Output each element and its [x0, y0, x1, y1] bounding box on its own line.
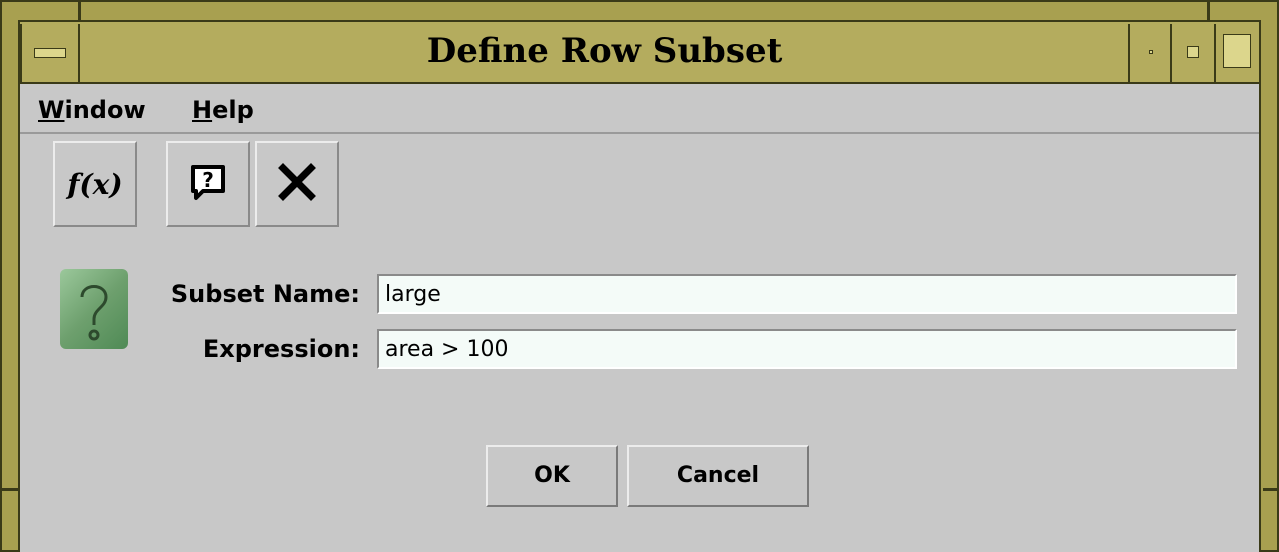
question-icon [60, 269, 128, 349]
title-bar[interactable]: Define Row Subset [18, 20, 1261, 84]
ok-button[interactable]: OK [486, 445, 618, 507]
menu-window-mnemonic: W [38, 96, 65, 124]
window-title: Define Row Subset [426, 31, 783, 71]
maximize-icon [1223, 34, 1251, 68]
help-button[interactable]: ? [166, 141, 250, 227]
minimize-button[interactable] [1128, 24, 1172, 82]
menu-window[interactable]: Window [38, 96, 146, 124]
function-button[interactable]: f(x) [53, 141, 137, 227]
help-bubble-glyph: ? [202, 168, 214, 192]
menu-help-mnemonic: H [192, 96, 213, 124]
subset-name-input[interactable] [377, 274, 1237, 314]
frame-notch [78, 2, 81, 20]
close-x-icon [277, 162, 317, 206]
maximize-button[interactable] [1216, 24, 1259, 82]
menu-help-label: elp [212, 96, 254, 124]
frame-notch [2, 488, 18, 491]
close-window-button[interactable] [255, 141, 339, 227]
restore-button[interactable] [1172, 24, 1216, 82]
frame-notch [1207, 2, 1210, 20]
function-fx-icon: f(x) [67, 167, 123, 201]
expression-label: Expression: [202, 335, 360, 363]
subset-name-label: Subset Name: [170, 280, 360, 308]
menu-help[interactable]: Help [192, 96, 254, 124]
minimize-icon [1149, 50, 1153, 54]
expression-input[interactable] [377, 329, 1237, 369]
window-menu-button[interactable] [20, 24, 80, 82]
cancel-button[interactable]: Cancel [627, 445, 809, 507]
frame-notch [1263, 488, 1279, 491]
restore-icon [1187, 46, 1199, 58]
menu-window-label: indow [64, 96, 146, 124]
help-bubble-icon: ? [188, 162, 228, 206]
window-menu-icon [34, 48, 66, 58]
menu-bar: Window Help [20, 84, 1259, 134]
